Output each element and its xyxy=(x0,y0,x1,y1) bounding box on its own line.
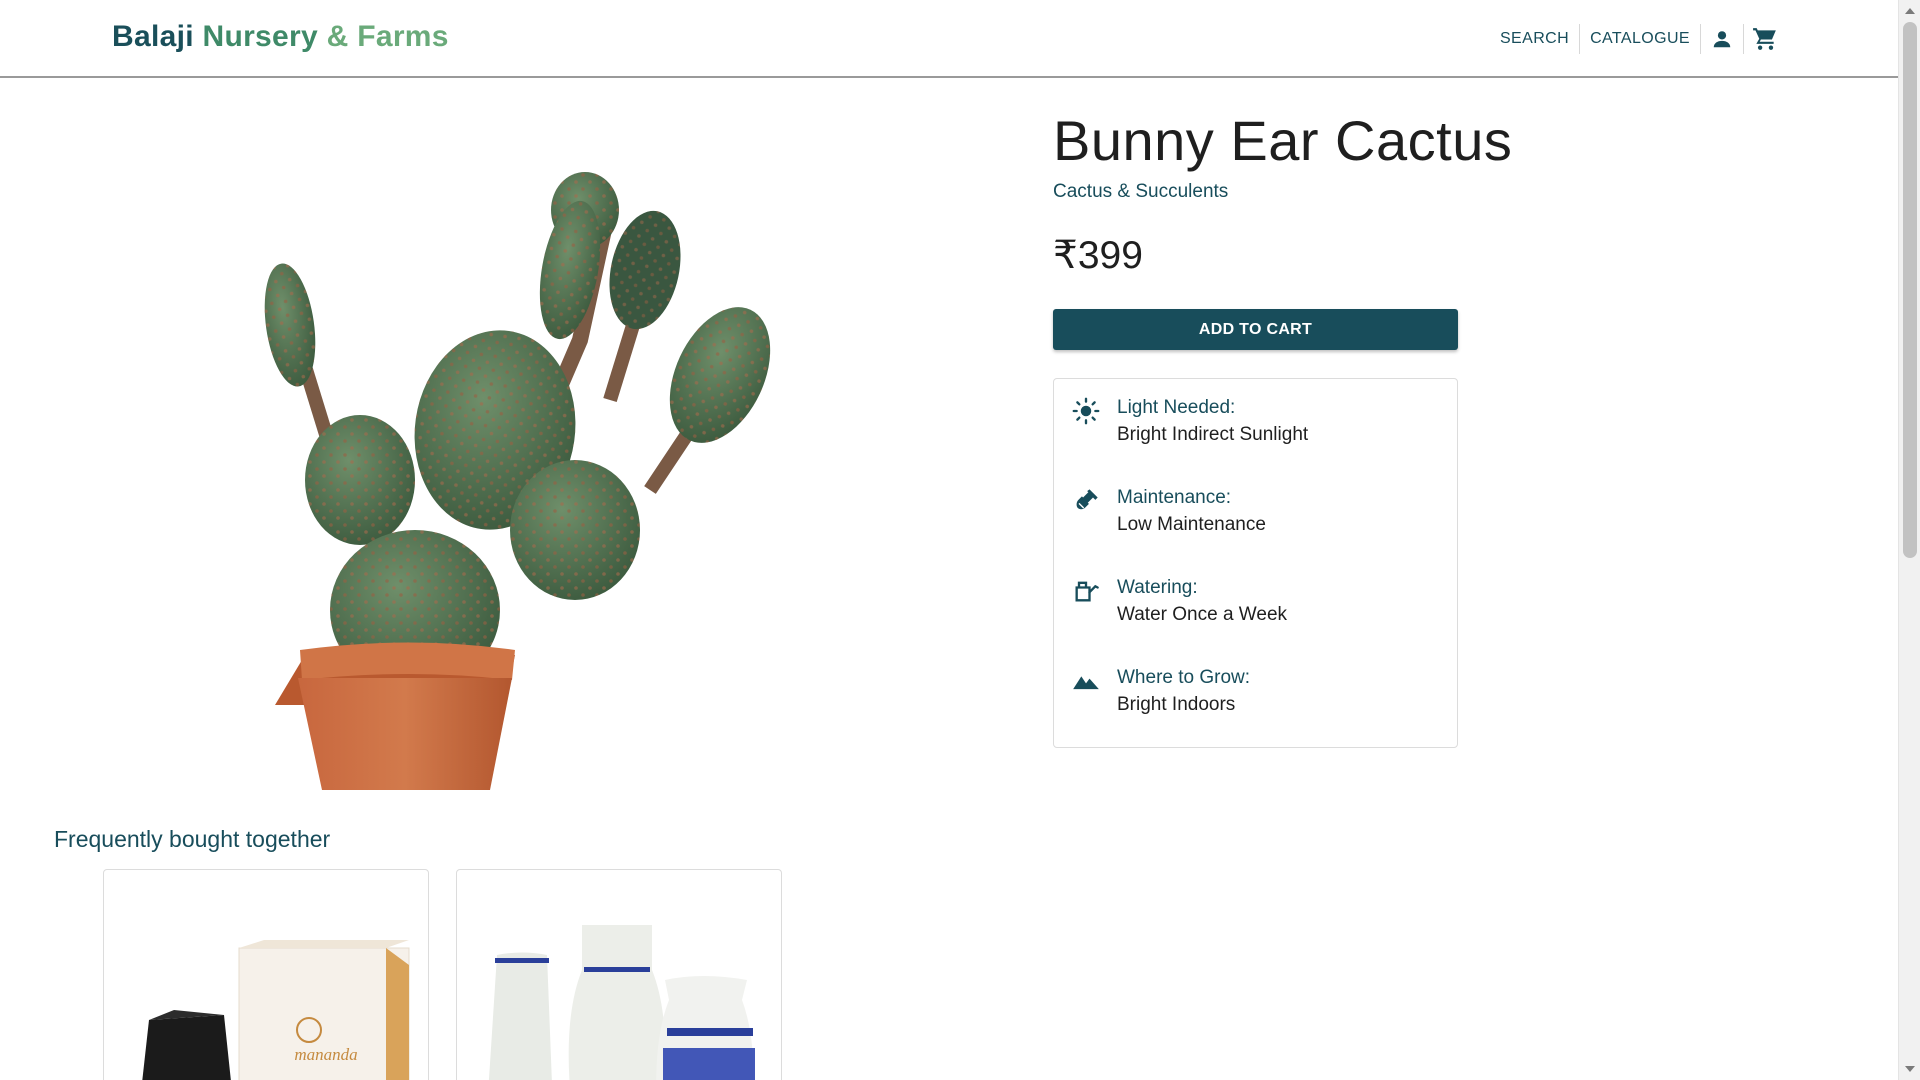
page-scrollbar[interactable] xyxy=(1898,0,1920,1080)
care-value: Low Maintenance xyxy=(1117,514,1266,535)
shovel-icon xyxy=(1076,489,1098,510)
nav-search-link[interactable]: SEARCH xyxy=(1490,22,1579,56)
care-item-light: Light Needed: Bright Indirect Sunlight xyxy=(1054,379,1457,445)
scroll-thumb[interactable] xyxy=(1903,22,1917,558)
frequently-bought-heading: Frequently bought together xyxy=(54,826,331,852)
brand-name-part1: Balaji xyxy=(112,20,194,53)
scroll-down-arrow[interactable] xyxy=(1905,1066,1915,1072)
care-label: Light Needed: xyxy=(1117,397,1236,418)
terrain-icon xyxy=(1073,676,1099,690)
account-button[interactable] xyxy=(1701,22,1743,56)
brand-name-part3: & Farms xyxy=(326,20,449,53)
care-item-maintenance: Maintenance: Low Maintenance xyxy=(1054,469,1457,535)
box-brand-text: mananda xyxy=(294,1045,357,1064)
care-label: Where to Grow: xyxy=(1117,667,1251,688)
top-nav: SEARCH CATALOGUE xyxy=(1490,22,1786,56)
nav-catalogue-link[interactable]: CATALOGUE xyxy=(1580,22,1700,56)
brand-logo[interactable]: Balaji Nursery & Farms xyxy=(112,20,449,54)
planter-product-image: mananda xyxy=(142,940,410,1080)
care-item-where-to-grow: Where to Grow: Bright Indoors xyxy=(1054,649,1457,715)
brand-name-part2: Nursery xyxy=(202,20,318,53)
product-title: Bunny Ear Cactus xyxy=(1053,109,1513,172)
scroll-up-arrow[interactable] xyxy=(1905,8,1915,14)
vases-product-image xyxy=(488,925,755,1080)
care-info-card: Light Needed: Bright Indirect Sunlight M… xyxy=(1053,378,1458,748)
care-item-watering: Watering: Water Once a Week xyxy=(1054,559,1457,625)
person-icon xyxy=(1713,31,1731,48)
care-label: Maintenance: xyxy=(1117,487,1232,508)
cart-button[interactable] xyxy=(1744,22,1786,56)
product-category-link[interactable]: Cactus & Succulents xyxy=(1053,181,1228,203)
care-value: Bright Indoors xyxy=(1117,694,1236,715)
site-header: Balaji Nursery & Farms SEARCH CATALOGUE xyxy=(0,0,1898,78)
product-image xyxy=(264,172,771,790)
product-price: ₹399 xyxy=(1053,234,1143,277)
care-value: Water Once a Week xyxy=(1117,604,1288,625)
fbt-product-card[interactable] xyxy=(456,869,782,1080)
care-label: Watering: xyxy=(1117,577,1198,598)
fbt-product-card[interactable]: mananda xyxy=(103,869,429,1080)
add-to-cart-button[interactable]: ADD TO CART xyxy=(1053,309,1458,350)
watering-can-icon xyxy=(1075,581,1099,602)
care-value: Bright Indirect Sunlight xyxy=(1117,424,1309,445)
sun-icon xyxy=(1072,397,1100,425)
cart-icon xyxy=(1753,28,1776,50)
